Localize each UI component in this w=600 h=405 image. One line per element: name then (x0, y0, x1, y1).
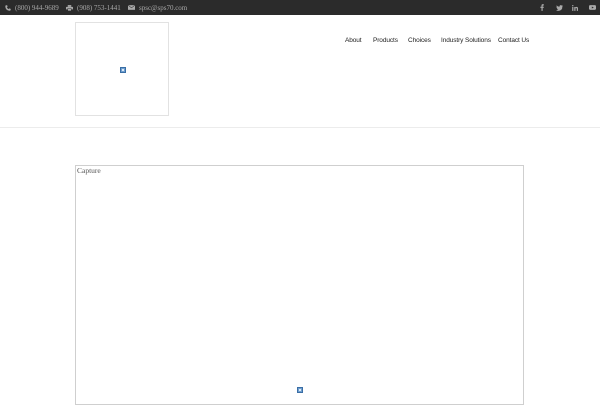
printer-icon (66, 4, 73, 11)
facebook-link[interactable] (536, 0, 548, 15)
envelope-icon (128, 5, 135, 10)
nav-about[interactable]: About (345, 36, 362, 46)
nav-choices[interactable]: Choices (408, 36, 431, 46)
content-image-frame: Capture (75, 165, 524, 405)
twitter-icon (555, 4, 563, 11)
email-contact[interactable]: spsc@sps70.com (128, 0, 187, 15)
top-bar: (800) 944-9689 (908) 753-1441 spsc@sps70… (0, 0, 600, 15)
facebook-icon (540, 4, 544, 11)
twitter-link[interactable] (553, 0, 565, 15)
nav-products[interactable]: Products (373, 36, 398, 46)
phone-icon (5, 4, 11, 11)
broken-image-icon (120, 67, 126, 73)
image-caption: Capture (77, 166, 101, 175)
youtube-icon (588, 5, 596, 10)
site-logo[interactable] (75, 22, 169, 116)
phone-number: (800) 944-9689 (15, 3, 59, 12)
youtube-link[interactable] (586, 0, 598, 15)
fax-number: (908) 753-1441 (77, 3, 121, 12)
linkedin-link[interactable] (569, 0, 581, 15)
phone-contact[interactable]: (800) 944-9689 (5, 0, 59, 15)
linkedin-icon (572, 4, 578, 11)
nav-industry-solutions[interactable]: Industry Solutions (441, 36, 491, 46)
fax-contact[interactable]: (908) 753-1441 (66, 0, 121, 15)
nav-contact-us[interactable]: Contact Us (498, 36, 529, 46)
broken-image-icon (297, 387, 303, 393)
email-address: spsc@sps70.com (139, 3, 188, 12)
header-divider (0, 127, 600, 128)
